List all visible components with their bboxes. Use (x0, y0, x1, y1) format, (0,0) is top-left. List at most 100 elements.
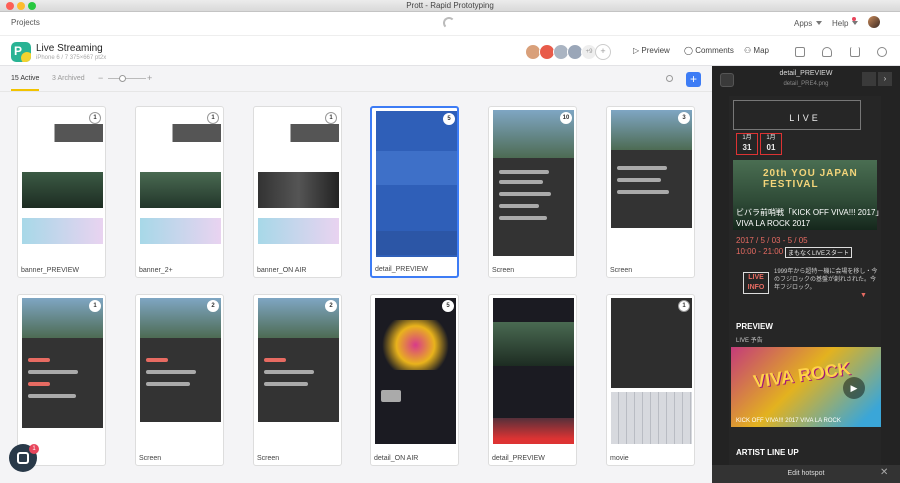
chevron-down-icon[interactable]: ▼ (860, 292, 867, 299)
hotspot-count-badge: 5 (443, 113, 455, 125)
screen-card[interactable]: detail_PREVIEW (488, 294, 577, 466)
screen-name[interactable]: Screen (257, 455, 279, 462)
preview-section-title: PREVIEW (736, 322, 773, 331)
video-caption: KICK OFF VIVA!!! 2017 VIVA LA ROCK (736, 418, 841, 424)
screen-name[interactable]: movie (610, 455, 629, 462)
screen-name[interactable]: banner_PREVIEW (21, 267, 79, 274)
date-box: 1月 01 (760, 133, 782, 155)
event-description: 1999年から超特ー機に会場を移し・今のフジロックの基盤が創れされた。今年フジロ… (774, 269, 878, 291)
screen-name[interactable]: banner_ON AIR (257, 267, 306, 274)
screen-thumbnail (493, 298, 574, 444)
download-icon[interactable] (850, 47, 860, 57)
screen-card[interactable]: 1 banner_PREVIEW (17, 106, 106, 278)
live-info-label: LIVE INFO (743, 272, 769, 294)
panel-option-button[interactable] (862, 72, 876, 86)
apps-menu[interactable]: Apps (794, 19, 823, 28)
projects-link[interactable]: Projects (11, 18, 40, 27)
screen-card[interactable]: 1 banner_ON AIR (253, 106, 342, 278)
play-icon[interactable]: ▶ (843, 377, 865, 399)
screen-name[interactable]: Screen (610, 267, 632, 274)
festival-title: 20th YOU JAPAN FESTIVAL (763, 168, 858, 190)
chat-unread-badge: 1 (29, 444, 39, 454)
screen-name[interactable]: banner_2+ (139, 267, 173, 274)
screen-card[interactable]: 1 movie (606, 294, 695, 466)
screen-name[interactable]: detail_PREVIEW (492, 455, 545, 462)
screen-thumbnail: 10 (493, 110, 574, 256)
share-icon[interactable] (795, 47, 805, 57)
hotspot-count-badge: 1 (207, 112, 219, 124)
screen-card-selected[interactable]: 5 detail_PREVIEW (370, 106, 459, 278)
date-month: 1月 (742, 135, 752, 141)
screen-thumbnail: 1 (611, 298, 692, 444)
screen-name[interactable]: Screen (139, 455, 161, 462)
live-start-badge: まもなくLIVEスタート (785, 247, 853, 258)
artist-lineup-title: ARTIST LINE UP (736, 448, 799, 457)
screen-thumbnail: 1 (22, 110, 103, 256)
window-titlebar: Prott - Rapid Prototyping (0, 0, 900, 12)
zoom-out-button[interactable]: − (98, 73, 103, 83)
date-day: 01 (766, 143, 776, 152)
add-collaborator-button[interactable]: + (595, 44, 611, 60)
live-heading: LIVE (789, 113, 821, 123)
gear-icon[interactable] (877, 47, 887, 57)
chevron-down-icon (816, 21, 823, 25)
hotspot-count-badge: 1 (89, 300, 101, 312)
edit-hotspot-button[interactable]: Edit hotspot (712, 470, 900, 477)
screen-card[interactable]: 3 Screen (606, 106, 695, 278)
hotspot-count-badge: 1 (678, 300, 690, 312)
comments-button[interactable]: ◯ Comments (684, 46, 734, 55)
hotspot-count-badge: 10 (560, 112, 572, 124)
apps-label: Apps (794, 19, 813, 28)
map-label: Map (753, 46, 769, 55)
notification-dot (852, 17, 856, 21)
tab-archived[interactable]: 3 Archived (52, 75, 85, 82)
zoom-slider-handle[interactable] (119, 75, 126, 82)
chat-icon (17, 452, 29, 464)
search-icon[interactable] (666, 75, 673, 82)
screen-name[interactable]: detail_PREVIEW (375, 266, 428, 273)
hotspot-count-badge: 1 (325, 112, 337, 124)
project-name[interactable]: Live Streaming (36, 43, 103, 54)
add-screen-button[interactable]: + (686, 72, 701, 87)
help-label: Help (832, 19, 849, 28)
screen-card[interactable]: 2 Screen (253, 294, 342, 466)
screen-thumbnail: 1 (22, 298, 103, 444)
event-date: 2017 / 5 / 03 - 5 / 05 (736, 236, 808, 245)
screen-card[interactable]: 5 detail_ON AIR (370, 294, 459, 466)
screen-thumbnail: 2 (140, 298, 221, 444)
hotspot-count-badge: 2 (325, 300, 337, 312)
event-time: 10:00 - 21:00 (736, 247, 784, 256)
project-device: iPhone 6 / 7 375×667 pt2x (36, 55, 107, 61)
user-avatar[interactable] (868, 16, 880, 28)
hotspot-count-badge: 2 (207, 300, 219, 312)
date-month: 1月 (766, 135, 776, 141)
map-button[interactable]: ⚇ Map (744, 46, 769, 55)
video-title: VIVA ROCK (752, 358, 852, 392)
screen-card[interactable]: 10 Screen (488, 106, 577, 278)
window-title: Prott - Rapid Prototyping (406, 1, 494, 10)
screen-card[interactable]: 1 n (17, 294, 106, 466)
tab-active[interactable]: 15 Active (11, 75, 39, 82)
screen-card[interactable]: 2 Screen (135, 294, 224, 466)
top-nav: Projects Apps Help (0, 12, 900, 36)
preview-section-subtitle: LIVE 予告 (736, 338, 763, 344)
bell-icon[interactable] (822, 47, 832, 57)
screen-name[interactable]: Screen (492, 267, 514, 274)
zoom-slider-track[interactable] (108, 78, 146, 79)
panel-next-button[interactable]: › (878, 72, 892, 86)
loading-icon (443, 17, 455, 29)
screen-thumbnail: 5 (375, 298, 456, 444)
zoom-in-button[interactable]: + (147, 73, 152, 83)
hotspot-count-badge: 3 (678, 112, 690, 124)
preview-button[interactable]: ▷ Preview (633, 46, 670, 55)
date-box: 1月 31 (736, 133, 758, 155)
close-icon[interactable]: ✕ (880, 467, 888, 478)
comments-label: Comments (695, 46, 734, 55)
hotspot-count-badge: 1 (89, 112, 101, 124)
screen-name[interactable]: detail_ON AIR (374, 455, 418, 462)
date-day: 31 (742, 143, 752, 152)
screen-card[interactable]: 1 banner_2+ (135, 106, 224, 278)
screen-thumbnail: 1 (140, 110, 221, 256)
active-tab-indicator (11, 89, 39, 91)
screen-thumbnail: 2 (258, 298, 339, 444)
